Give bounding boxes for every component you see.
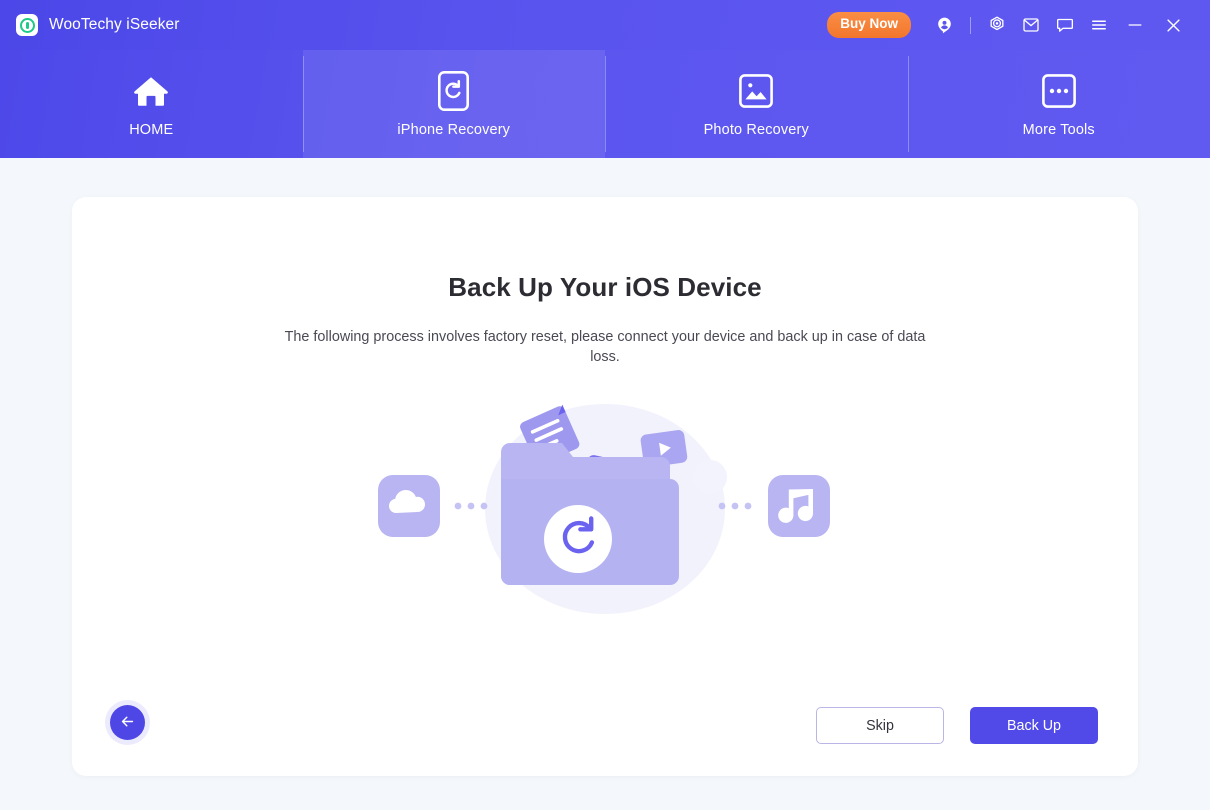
titlebar-divider xyxy=(970,16,971,34)
tab-more-tools[interactable]: More Tools xyxy=(907,50,1210,158)
home-icon xyxy=(132,71,170,111)
tab-photo-recovery-label: Photo Recovery xyxy=(703,121,809,138)
backup-card: Back Up Your iOS Device The following pr… xyxy=(72,197,1138,776)
brand: WooTechy iSeeker xyxy=(16,14,180,36)
page-title: Back Up Your iOS Device xyxy=(448,272,762,302)
titlebar-controls: Buy Now xyxy=(827,8,1192,42)
account-icon[interactable] xyxy=(927,8,961,42)
minimize-icon[interactable] xyxy=(1116,8,1154,42)
page-description: The following process involves factory r… xyxy=(284,329,926,366)
illustration-wrap xyxy=(72,387,1138,632)
feedback-chat-icon[interactable] xyxy=(1048,8,1082,42)
close-icon[interactable] xyxy=(1154,8,1192,42)
application-window: WooTechy iSeeker Buy Now HOME iPhone Rec… xyxy=(0,0,1210,810)
tab-home-label: HOME xyxy=(129,121,174,138)
title-bar: WooTechy iSeeker Buy Now xyxy=(0,0,1210,50)
more-dots-icon xyxy=(1041,71,1076,111)
main-navigation: HOME iPhone Recovery Photo Recovery More… xyxy=(0,50,1210,158)
action-buttons: Skip Back Up xyxy=(816,707,1098,744)
menu-icon[interactable] xyxy=(1082,8,1116,42)
arrow-left-icon xyxy=(119,713,136,733)
skip-button[interactable]: Skip xyxy=(816,707,944,744)
content-area: Back Up Your iOS Device The following pr… xyxy=(0,158,1210,810)
tab-iphone-recovery-label: iPhone Recovery xyxy=(397,121,511,138)
photo-image-icon xyxy=(739,71,774,111)
backup-folder-illustration xyxy=(370,387,840,632)
iseeker-logo-icon xyxy=(16,14,38,36)
app-title: WooTechy iSeeker xyxy=(49,16,180,33)
back-button[interactable] xyxy=(110,705,145,740)
target-settings-icon[interactable] xyxy=(980,8,1014,42)
tab-home[interactable]: HOME xyxy=(0,50,303,158)
phone-refresh-icon xyxy=(438,70,470,111)
tab-photo-recovery[interactable]: Photo Recovery xyxy=(605,50,908,158)
tab-iphone-recovery[interactable]: iPhone Recovery xyxy=(302,50,605,158)
buy-now-button[interactable]: Buy Now xyxy=(827,12,911,38)
tab-more-tools-label: More Tools xyxy=(1022,121,1095,138)
mail-icon[interactable] xyxy=(1014,8,1048,42)
backup-button[interactable]: Back Up xyxy=(970,707,1098,744)
